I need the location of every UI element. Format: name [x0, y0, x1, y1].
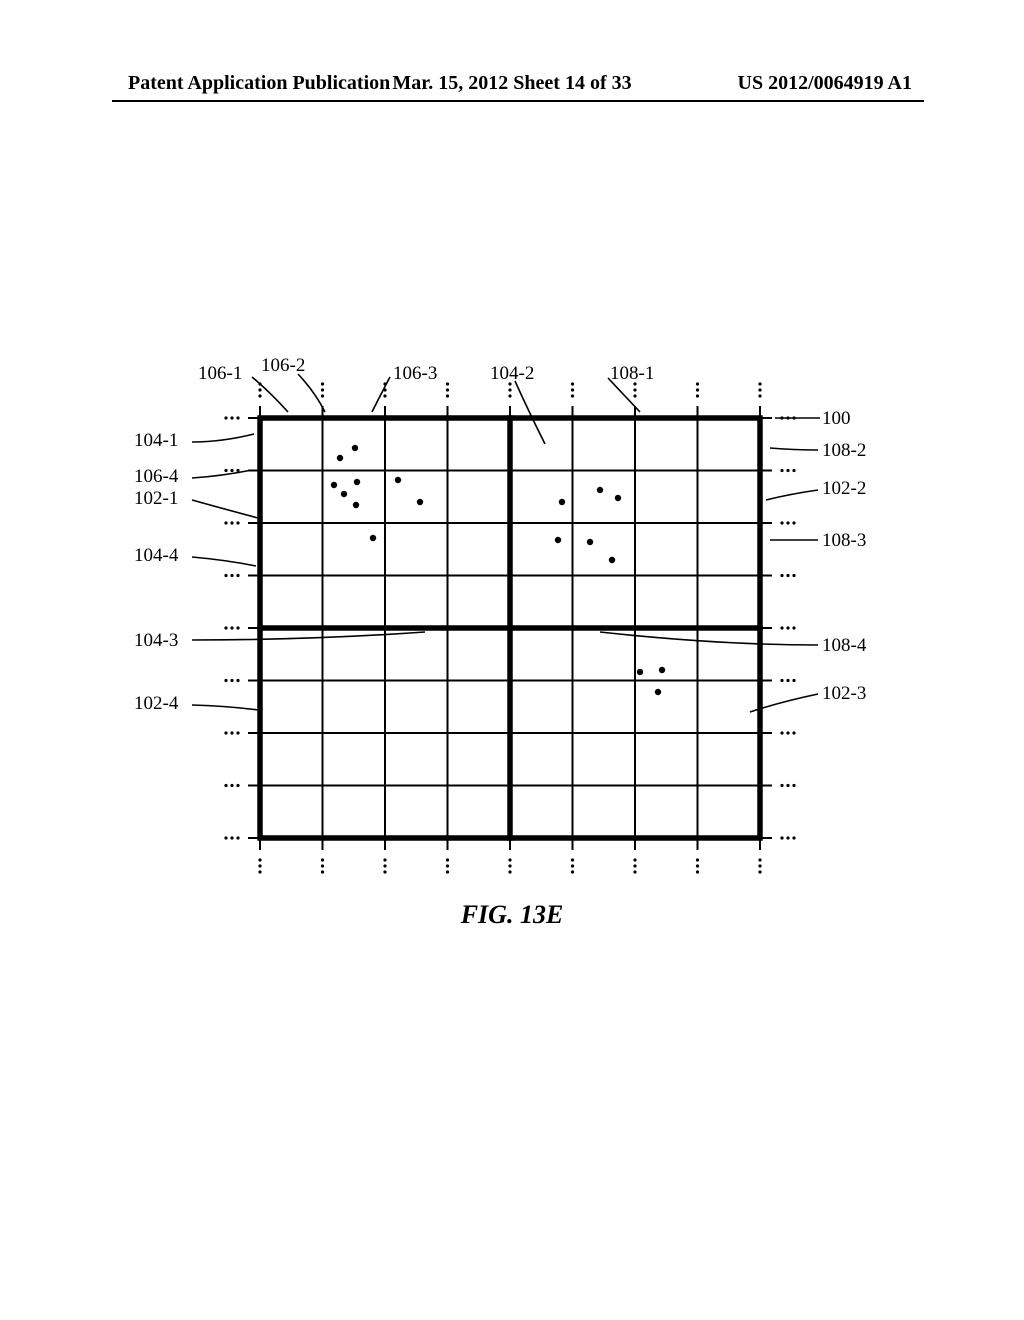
- figure-13e: 106-1 106-2 106-3 104-2 108-1 100 104-1 …: [0, 0, 1024, 1320]
- figure-caption: FIG. 13E: [461, 900, 564, 930]
- figure-svg: [0, 0, 1024, 1320]
